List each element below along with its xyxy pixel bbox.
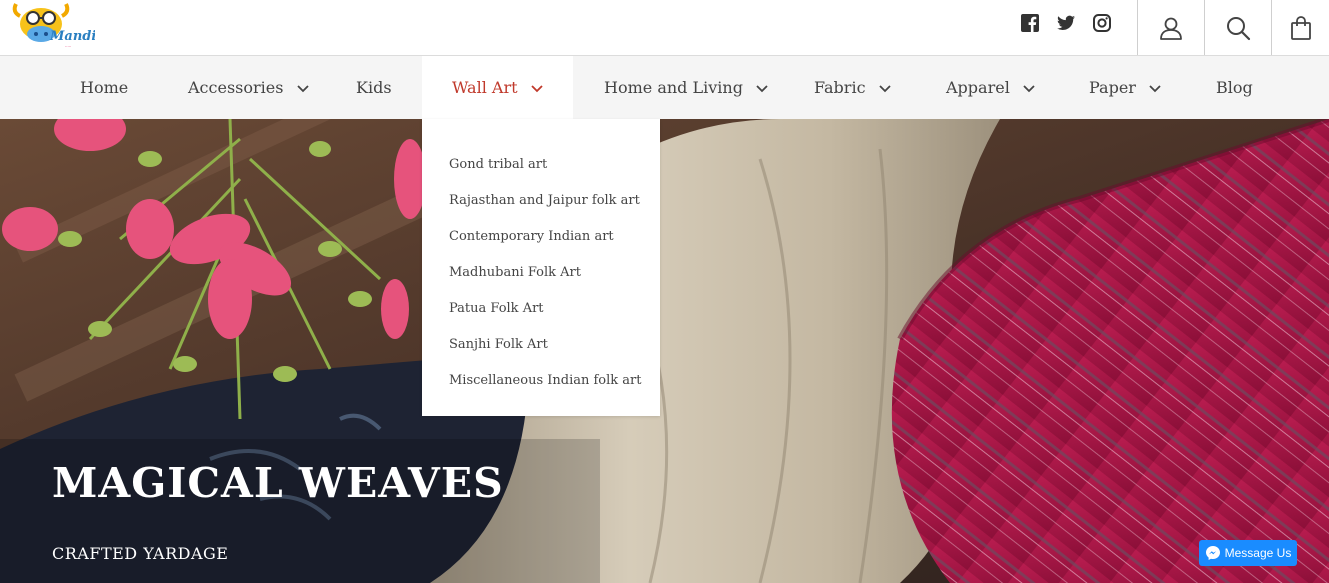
twitter-icon[interactable]: [1056, 13, 1076, 33]
nav-item-blog[interactable]: Blog: [1216, 56, 1253, 119]
svg-text:Mandi: Mandi: [49, 29, 95, 44]
nav-item-label: Home: [80, 78, 129, 97]
brand-logo[interactable]: Mandi ·····: [10, 0, 96, 54]
hero-subtitle: CRAFTED YARDAGE: [52, 544, 229, 563]
account-icon: [1160, 17, 1182, 40]
dropdown-item[interactable]: Miscellaneous Indian folk art: [449, 363, 660, 399]
search-button[interactable]: [1204, 0, 1271, 55]
dropdown-item[interactable]: Rajasthan and Jaipur folk art: [449, 183, 660, 219]
chevron-down-icon: [756, 84, 768, 92]
account-button[interactable]: [1137, 0, 1204, 55]
cart-icon: [1291, 15, 1311, 40]
nav-item-label: Home and Living: [604, 78, 743, 97]
messenger-icon: [1205, 546, 1220, 560]
nav-item-home[interactable]: Home: [80, 56, 128, 119]
dropdown-item[interactable]: Patua Folk Art: [449, 291, 660, 327]
messenger-label: Message Us: [1224, 546, 1292, 560]
messenger-button[interactable]: Message Us: [1199, 540, 1297, 566]
chevron-down-icon: [878, 84, 891, 92]
chevron-down-icon: [1023, 84, 1035, 92]
dropdown-item[interactable]: Gond tribal art: [449, 147, 660, 183]
nav-item-kids[interactable]: Kids: [356, 56, 392, 119]
main-nav: Home Accessories Kids Wall Art Home and …: [0, 56, 1329, 119]
dropdown-item[interactable]: Sanjhi Folk Art: [449, 327, 660, 363]
svg-text:·····: ·····: [65, 44, 71, 49]
hero-title: MAGICAL WEAVES: [52, 459, 504, 507]
hero-image: [0, 119, 1329, 583]
search-icon: [1227, 16, 1251, 40]
top-bar: Mandi ·····: [0, 0, 1329, 56]
dropdown-item[interactable]: Madhubani Folk Art: [449, 255, 660, 291]
nav-item-label: Accessories: [188, 78, 284, 97]
wall-art-dropdown: Gond tribal art Rajasthan and Jaipur fol…: [422, 119, 660, 416]
instagram-icon[interactable]: [1092, 13, 1112, 33]
dropdown-item[interactable]: Contemporary Indian art: [449, 219, 660, 255]
nav-item-wall-art[interactable]: Wall Art: [422, 56, 573, 119]
nav-item-label: Paper: [1089, 78, 1136, 97]
nav-item-paper[interactable]: Paper: [1089, 56, 1161, 119]
nav-item-home-and-living[interactable]: Home and Living: [604, 56, 768, 119]
hero-banner[interactable]: MAGICAL WEAVES CRAFTED YARDAGE: [0, 119, 1329, 583]
nav-item-label: Fabric: [814, 78, 866, 97]
chevron-down-icon: [531, 84, 543, 92]
nav-item-fabric[interactable]: Fabric: [814, 56, 891, 119]
nav-item-accessories[interactable]: Accessories: [188, 56, 309, 119]
cart-button[interactable]: [1271, 0, 1329, 55]
nav-item-apparel[interactable]: Apparel: [946, 56, 1035, 119]
nav-item-label: Wall Art: [452, 78, 518, 97]
facebook-icon[interactable]: [1020, 13, 1040, 33]
nav-item-label: Apparel: [946, 78, 1010, 97]
nav-item-label: Kids: [356, 78, 392, 97]
nav-item-label: Blog: [1216, 78, 1253, 97]
chevron-down-icon: [296, 84, 309, 92]
chevron-down-icon: [1149, 84, 1161, 92]
